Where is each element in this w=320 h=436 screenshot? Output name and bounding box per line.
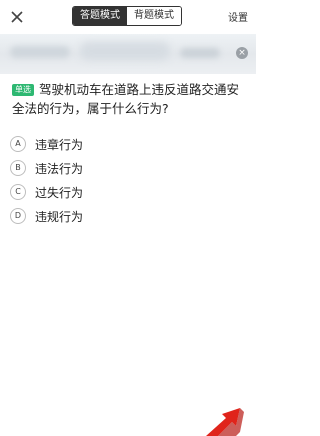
option-letter: D — [10, 208, 26, 224]
option-text: 违规行为 — [35, 209, 84, 224]
option-d[interactable]: D 违规行为 — [10, 204, 246, 228]
mode-toggle: 答题模式 背题模式 — [72, 6, 182, 26]
close-icon[interactable] — [9, 9, 25, 25]
annotation-arrow-icon — [206, 408, 244, 436]
option-letter: B — [10, 160, 26, 176]
top-bar: 答题模式 背题模式 设置 — [0, 0, 256, 36]
option-letter: C — [10, 184, 26, 200]
options-list: A 违章行为 B 违法行为 C 过失行为 D 违规行为 — [10, 132, 246, 228]
ad-banner[interactable]: × — [0, 34, 256, 74]
option-b[interactable]: B 违法行为 — [10, 156, 246, 180]
question-type-badge: 单选 — [12, 84, 34, 96]
option-letter: A — [10, 136, 26, 152]
banner-blur-shape — [180, 48, 220, 58]
banner-blur-shape — [80, 42, 170, 60]
tab-answer-mode[interactable]: 答题模式 — [73, 7, 127, 25]
banner-close-icon[interactable]: × — [236, 47, 248, 59]
option-a[interactable]: A 违章行为 — [10, 132, 246, 156]
question-text: 驾驶机动车在道路上违反道路交通安全法的行为，属于什么行为? — [12, 82, 240, 116]
tab-memorize-mode[interactable]: 背题模式 — [127, 7, 181, 25]
option-text: 违章行为 — [35, 137, 84, 152]
settings-button[interactable]: 设置 — [228, 9, 248, 24]
question-block: 单选 驾驶机动车在道路上违反道路交通安全法的行为，属于什么行为? — [12, 80, 248, 118]
option-text: 违法行为 — [35, 161, 84, 176]
option-text: 过失行为 — [35, 185, 84, 200]
banner-blur-shape — [10, 46, 70, 58]
option-c[interactable]: C 过失行为 — [10, 180, 246, 204]
